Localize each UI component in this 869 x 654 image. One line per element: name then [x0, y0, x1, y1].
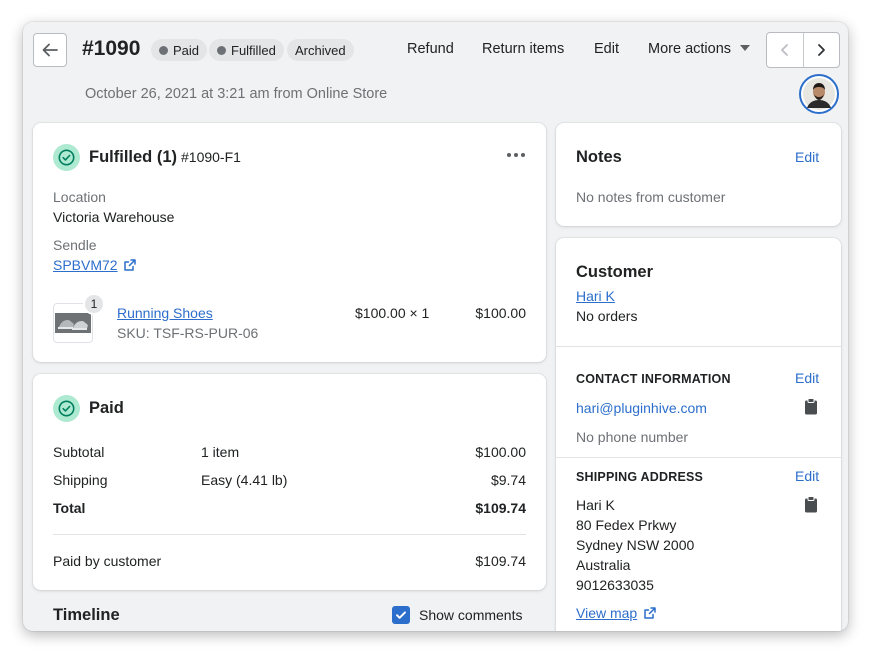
product-sku: SKU: TSF-RS-PUR-06: [117, 325, 259, 341]
total-amount: $109.74: [475, 500, 526, 516]
address-line: Sydney NSW 2000: [576, 537, 695, 553]
address-line: Hari K: [576, 497, 615, 513]
divider: [556, 346, 841, 347]
fulfilled-check-icon: [53, 144, 80, 171]
status-badge-fulfilled: Fulfilled: [209, 39, 284, 61]
location-value: Victoria Warehouse: [53, 209, 175, 225]
contact-edit-button[interactable]: Edit: [795, 370, 819, 386]
arrow-left-icon: [42, 43, 58, 57]
quantity-badge: 1: [83, 293, 105, 315]
shipping-address-edit-button[interactable]: Edit: [795, 468, 819, 484]
avatar[interactable]: [799, 74, 839, 114]
fulfilled-title: Fulfilled (1): [89, 148, 177, 166]
show-comments-toggle[interactable]: Show comments: [392, 606, 522, 624]
external-link-icon: [124, 259, 137, 271]
show-comments-label: Show comments: [419, 607, 523, 623]
more-options-button[interactable]: [506, 147, 526, 163]
fulfillment-id: #1090-F1: [181, 149, 241, 165]
status-badge-archived: Archived: [287, 39, 354, 61]
shipping-detail: Easy (4.41 lb): [201, 472, 288, 488]
shipping-address-heading: SHIPPING ADDRESS: [576, 470, 704, 484]
status-dot-icon: [217, 45, 226, 55]
status-dot-icon: [159, 45, 168, 55]
address-phone: 9012633035: [576, 577, 654, 593]
subtotal-label: Subtotal: [53, 444, 105, 460]
view-map-link[interactable]: View map: [576, 605, 656, 621]
order-details-window: #1090 Paid Fulfilled Archived Refund Ret…: [23, 22, 848, 631]
more-actions-button[interactable]: More actions: [648, 41, 751, 57]
show-comments-checkbox[interactable]: [392, 606, 410, 624]
total-label: Total: [53, 500, 86, 516]
copy-address-button[interactable]: [804, 496, 818, 516]
line-total: $100.00: [475, 305, 526, 321]
horizontal-dots-icon: [507, 153, 525, 157]
subtotal-detail: 1 item: [201, 444, 240, 460]
divider: [53, 534, 526, 535]
address-line: Australia: [576, 557, 631, 573]
clipboard-icon: [805, 398, 817, 415]
page-title: #1090: [82, 37, 141, 60]
back-button[interactable]: [33, 33, 67, 67]
notes-card: Notes Edit No notes from customer: [556, 123, 841, 226]
shipping-amount: $9.74: [490, 472, 526, 488]
refund-button[interactable]: Refund: [407, 41, 454, 57]
customer-orders: No orders: [576, 308, 638, 324]
timeline-title: Timeline: [53, 606, 120, 624]
notes-title: Notes: [576, 148, 622, 166]
paid-title: Paid: [89, 399, 124, 417]
customer-name-link[interactable]: Hari K: [576, 288, 615, 304]
paid-card: Paid Subtotal 1 item $100.00 Shipping Ea…: [33, 374, 546, 590]
location-label: Location: [53, 189, 106, 205]
user-photo-icon: [803, 78, 835, 110]
next-order-button[interactable]: [804, 33, 840, 67]
chevron-right-icon: [818, 44, 826, 56]
customer-phone: No phone number: [576, 429, 689, 445]
divider: [556, 457, 841, 458]
subtotal-amount: $100.00: [475, 444, 526, 460]
order-pager: [766, 32, 840, 68]
return-items-button[interactable]: Return items: [482, 41, 564, 57]
customer-email-link[interactable]: hari@pluginhive.com: [576, 400, 707, 416]
checkmark-icon: [396, 611, 406, 619]
paid-by-label: Paid by customer: [53, 553, 162, 569]
tracking-link[interactable]: SPBVM72: [53, 257, 137, 273]
contact-heading: CONTACT INFORMATION: [576, 372, 731, 386]
copy-email-button[interactable]: [804, 398, 818, 418]
order-date-source: October 26, 2021 at 3:21 am from Online …: [85, 86, 388, 102]
carrier-label: Sendle: [53, 237, 97, 253]
product-name-link[interactable]: Running Shoes: [117, 305, 213, 321]
external-link-icon: [644, 607, 656, 619]
shipping-label: Shipping: [53, 472, 108, 488]
address-line: 80 Fedex Prkwy: [576, 517, 677, 533]
chevron-left-icon: [780, 44, 788, 56]
running-shoes-image: [55, 313, 91, 333]
edit-order-button[interactable]: Edit: [594, 41, 619, 57]
customer-card: Customer Hari K No orders CONTACT INFORM…: [556, 238, 841, 631]
fulfilled-card: Fulfilled (1) #1090-F1 Location Victoria…: [33, 123, 546, 362]
customer-title: Customer: [576, 263, 654, 281]
clipboard-icon: [805, 496, 817, 513]
paid-check-icon: [53, 395, 80, 422]
notes-edit-button[interactable]: Edit: [795, 149, 819, 165]
notes-text: No notes from customer: [576, 189, 726, 205]
caret-down-icon: [740, 45, 751, 51]
paid-by-amount: $109.74: [475, 553, 526, 569]
unit-price: $100.00 × 1: [355, 305, 430, 321]
status-badge-paid: Paid: [151, 39, 208, 61]
previous-order-button[interactable]: [767, 33, 804, 67]
